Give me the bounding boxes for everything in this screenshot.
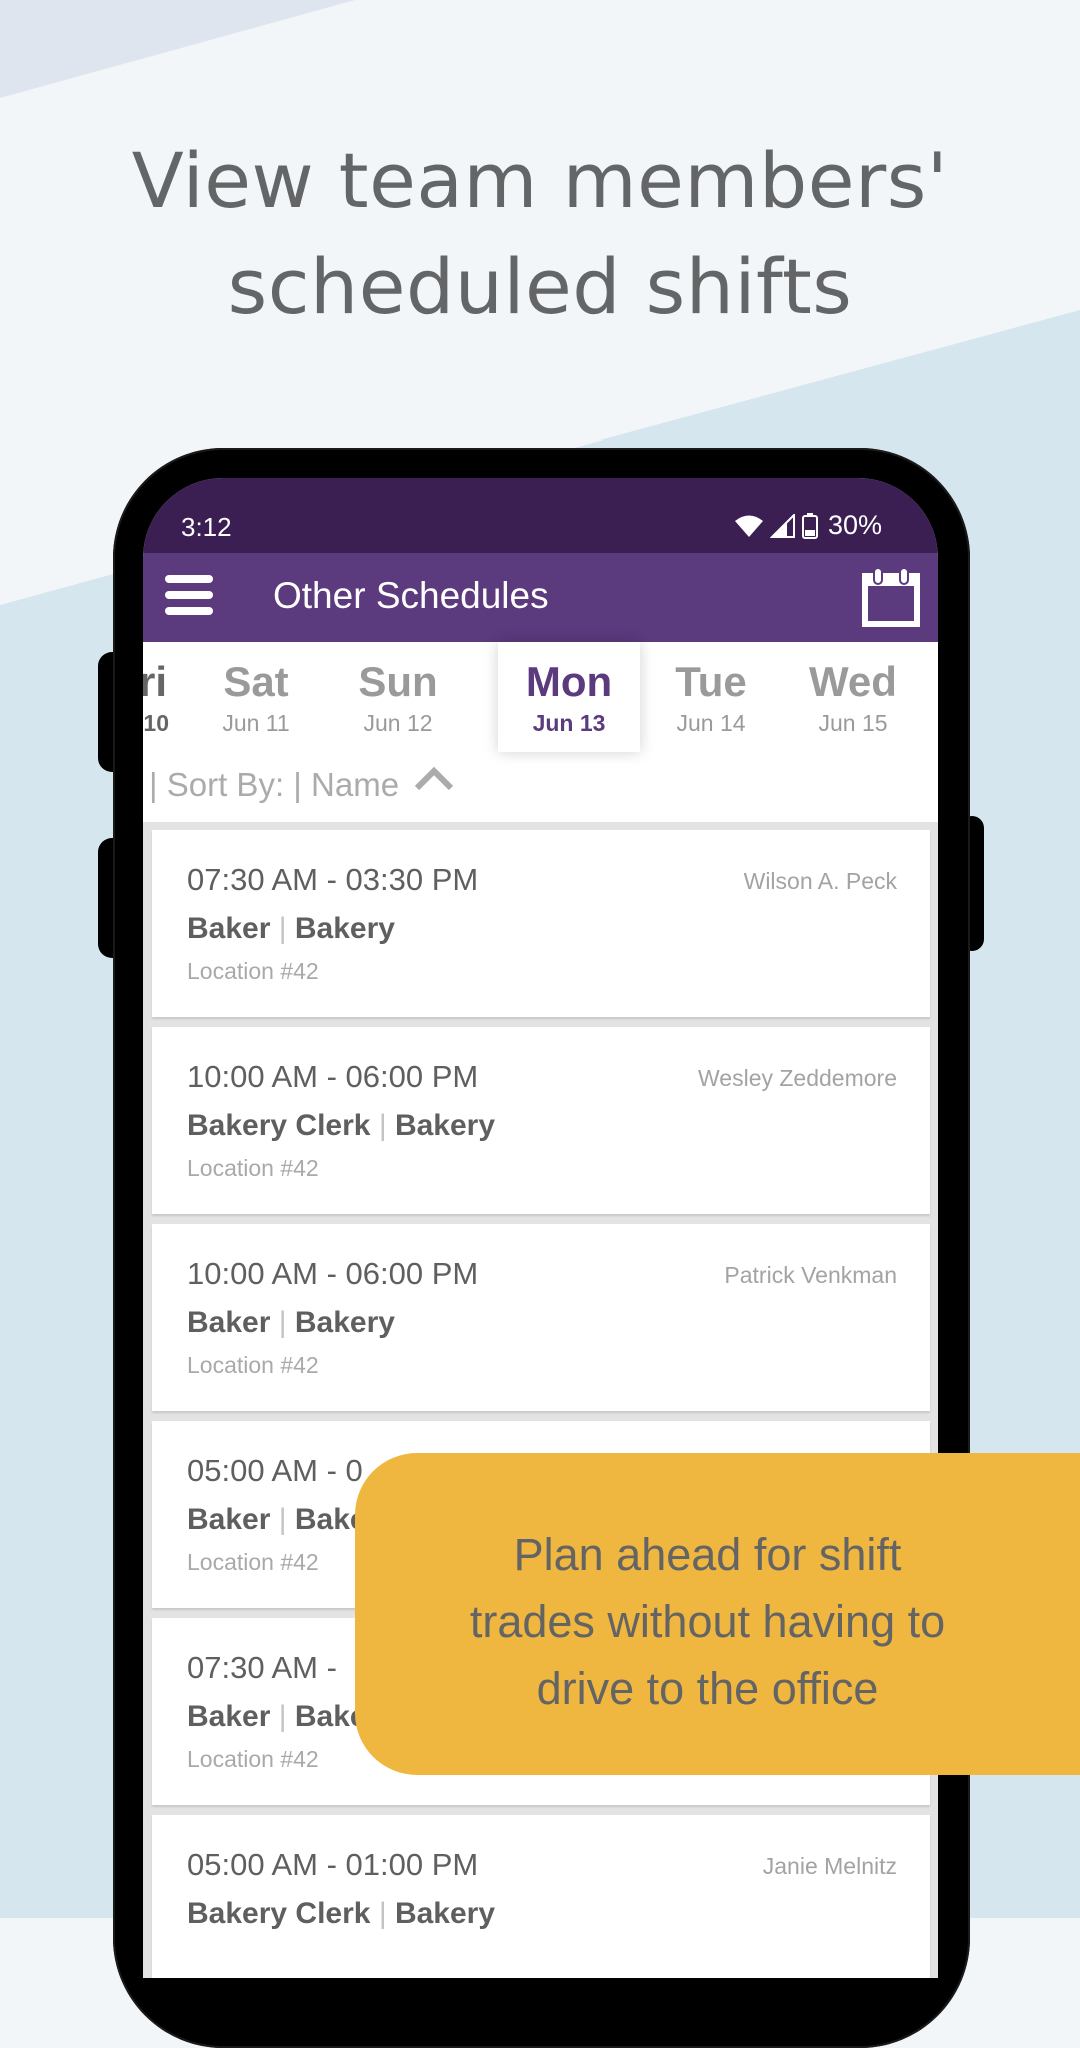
status-time: 3:12 (181, 512, 232, 542)
shift-role: Baker | Bakery (187, 1306, 395, 1339)
tab-day-name: Tue (675, 658, 747, 705)
headline-line-1: View team members' (131, 136, 949, 225)
shift-role: Baker | Bake (187, 1503, 367, 1536)
tab-day-tue[interactable]: Tue Jun 14 (640, 642, 782, 752)
app-bar: Other Schedules (143, 553, 938, 642)
tab-day-name: Wed (809, 658, 897, 705)
shift-card[interactable]: 05:00 AM - 01:00 PM Bakery Clerk | Baker… (152, 1815, 930, 1978)
shift-time: 10:00 AM - 06:00 PM (187, 1059, 479, 1094)
shift-location: Location #42 (187, 1549, 319, 1575)
employee-name: Patrick Venkman (724, 1262, 897, 1288)
callout-line-2: trades without having to (469, 1596, 946, 1647)
shift-role: Bakery Clerk | Bakery (187, 1109, 496, 1142)
tab-day-date: Jun 15 (818, 710, 888, 736)
callout-line-1: Plan ahead for shift (513, 1529, 902, 1580)
tab-day-mon[interactable]: Mon Jun 13 (498, 642, 640, 752)
employee-name: Janie Melnitz (762, 1853, 897, 1879)
page-title: Other Schedules (273, 575, 549, 616)
shift-role: Baker | Bake (187, 1700, 367, 1733)
tab-day-sat[interactable]: Sat Jun 11 (185, 642, 327, 752)
tab-day-name: ri (143, 658, 167, 705)
tab-day-name: Sat (223, 658, 289, 705)
tab-day-date: Jun 12 (363, 710, 433, 736)
shift-time: 05:00 AM - 0 (187, 1453, 363, 1488)
shift-location: Location #42 (187, 1746, 319, 1772)
tab-day-fri[interactable]: ri 10 (143, 642, 185, 752)
tab-day-date: Jun 11 (222, 710, 290, 736)
tab-day-date: 10 (143, 710, 169, 736)
shift-role: Baker | Bakery (187, 912, 395, 945)
shift-time: 05:00 AM - 01:00 PM (187, 1847, 479, 1882)
callout-line-3: drive to the office (536, 1663, 879, 1714)
battery-percent: 30% (827, 510, 882, 540)
shift-card[interactable]: 10:00 AM - 06:00 PM Baker | Bakery Locat… (152, 1224, 930, 1411)
headline: View team members' scheduled shifts (0, 128, 1080, 340)
tab-day-name: Mon (525, 658, 613, 705)
shift-role: Bakery Clerk | Bakery (187, 1897, 496, 1930)
cell-signal-icon (769, 513, 795, 538)
shift-card[interactable]: 10:00 AM - 06:00 PM Bakery Clerk | Baker… (152, 1027, 930, 1214)
day-tabs: ri 10 Sat Jun 11 Sun Jun 12 Mon Jun 13 T… (143, 642, 938, 753)
tab-day-wed[interactable]: Wed Jun 15 (782, 642, 924, 752)
promo-callout: Plan ahead for shift trades without havi… (355, 1453, 1080, 1775)
shift-location: Location #42 (187, 1352, 319, 1378)
employee-name: Wesley Zeddemore (698, 1065, 897, 1091)
tab-day-name: Sun (358, 658, 438, 705)
tab-day-date: Jun 14 (676, 710, 746, 736)
calendar-icon[interactable] (862, 567, 920, 627)
shift-location: Location #42 (187, 1155, 319, 1181)
hamburger-menu-icon[interactable] (165, 575, 213, 617)
shift-card[interactable]: 07:30 AM - 03:30 PM Baker | Bakery Locat… (152, 830, 930, 1017)
sort-label: | Sort By: | Name (149, 766, 400, 803)
shift-time: 07:30 AM - 03:30 PM (187, 862, 479, 897)
sort-bar[interactable]: | Sort By: | Name (143, 752, 938, 828)
headline-line-2: scheduled shifts (227, 242, 853, 331)
shift-time: 10:00 AM - 06:00 PM (187, 1256, 479, 1291)
battery-icon (801, 512, 818, 539)
tab-day-sun[interactable]: Sun Jun 12 (327, 642, 469, 752)
tab-day-date: Jun 13 (532, 710, 606, 736)
wifi-icon (734, 515, 763, 537)
shift-list: 07:30 AM - 03:30 PM Baker | Bakery Locat… (152, 830, 930, 1978)
shift-location: Location #42 (187, 958, 319, 984)
shift-time: 07:30 AM - (187, 1650, 337, 1685)
status-bar: 3:12 30% (143, 478, 938, 553)
employee-name: Wilson A. Peck (743, 868, 897, 894)
chevron-up-icon[interactable] (413, 764, 455, 794)
